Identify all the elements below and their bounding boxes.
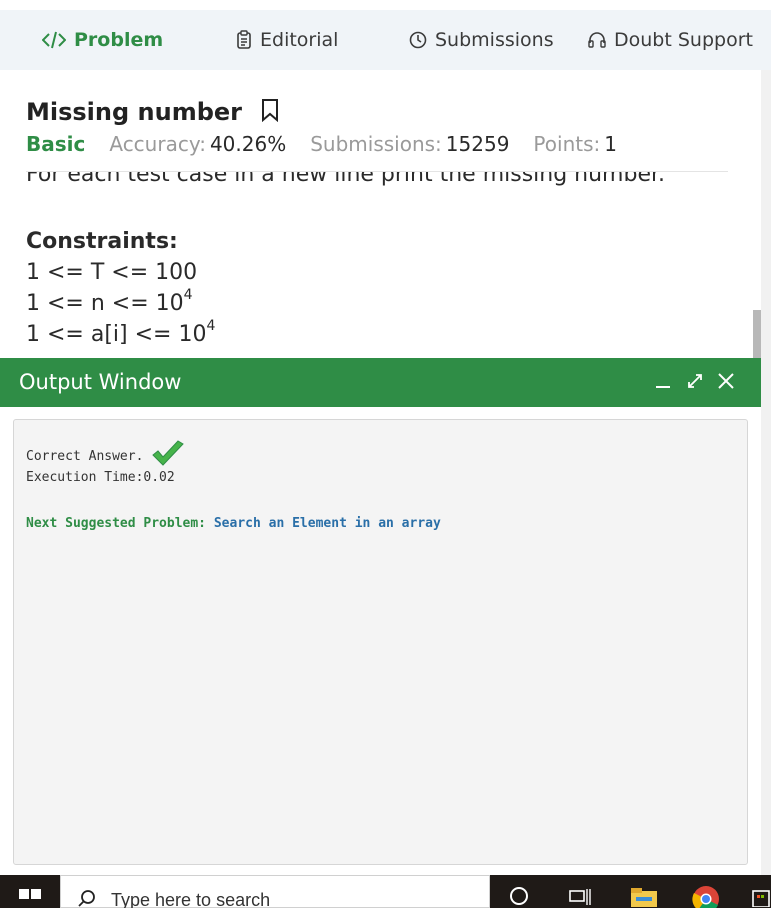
constraint-line: 1 <= n <= 104 [26, 287, 193, 316]
page-scrollbar[interactable] [761, 70, 771, 875]
constraint-exponent: 4 [183, 287, 193, 303]
task-view-icon[interactable] [568, 885, 592, 908]
result-text: Correct Answer. [26, 448, 144, 464]
tab-problem[interactable]: Problem [42, 10, 163, 70]
file-explorer-icon[interactable] [630, 885, 658, 908]
problem-meta: Basic Accuracy: 40.26% Submissions: 1525… [26, 132, 641, 156]
clock-icon [409, 31, 427, 49]
accuracy-label: Accuracy: [109, 132, 206, 156]
start-button[interactable] [0, 875, 60, 908]
os-taskbar: Type here to search [0, 875, 771, 908]
search-placeholder: Type here to search [111, 890, 271, 908]
execution-time: Execution Time:0.02 [26, 470, 175, 485]
tab-editorial-label: Editorial [260, 29, 339, 51]
tab-problem-label: Problem [74, 29, 164, 51]
bookmark-icon[interactable] [260, 98, 280, 126]
minimize-icon[interactable] [652, 370, 674, 392]
constraints-heading: Constraints: [26, 229, 178, 254]
tab-editorial[interactable]: Editorial [236, 10, 338, 70]
expand-icon[interactable] [684, 370, 706, 392]
tab-doubt-support-label: Doubt Support [614, 29, 753, 51]
submissions-value: 15259 [445, 132, 510, 156]
code-icon [42, 31, 66, 49]
output-console: Correct Answer. Execution Time:0.02 Next… [13, 419, 748, 865]
headset-icon [588, 31, 606, 49]
output-window-title: Output Window [19, 370, 182, 394]
constraint-line: 1 <= a[i] <= 104 [26, 318, 215, 347]
constraint-text: 1 <= a[i] <= 10 [26, 322, 207, 347]
problem-content: For each test case in a new line print t… [0, 70, 761, 360]
problem-title: Missing number [26, 98, 242, 126]
points-label: Points: [533, 132, 601, 156]
constraint-text: 1 <= T <= 100 [26, 260, 198, 285]
problem-header: Missing number [26, 98, 288, 126]
constraint-line: 1 <= T <= 100 [26, 260, 197, 285]
tab-submissions[interactable]: Submissions [409, 10, 554, 70]
submissions-label: Submissions: [310, 132, 442, 156]
difficulty-badge: Basic [26, 132, 86, 156]
next-suggestion: Next Suggested Problem: Search an Elemen… [26, 516, 441, 531]
document-icon [236, 30, 252, 50]
search-icon [77, 889, 97, 908]
constraint-text: 1 <= n <= 10 [26, 291, 184, 316]
taskbar-search-input[interactable]: Type here to search [60, 875, 490, 908]
tab-doubt-support[interactable]: Doubt Support [588, 10, 753, 70]
next-problem-link[interactable]: Search an Element in an array [214, 516, 441, 531]
content-scroll-thumb[interactable] [753, 310, 761, 362]
constraint-exponent: 4 [206, 318, 216, 334]
next-suggestion-label: Next Suggested Problem: [26, 516, 207, 531]
output-window: Output Window Correct Answer. Execution … [0, 358, 761, 875]
cortana-icon[interactable] [508, 885, 530, 908]
meta-divider [26, 171, 728, 172]
store-icon[interactable] [750, 885, 771, 908]
checkmark-icon [151, 440, 185, 472]
tab-submissions-label: Submissions [435, 29, 554, 51]
result-line: Correct Answer. [26, 440, 185, 472]
top-strip [0, 0, 771, 10]
points-value: 1 [604, 132, 617, 156]
chrome-icon[interactable] [692, 885, 720, 908]
output-window-header: Output Window [0, 358, 761, 407]
problem-tabs: Problem Editorial Submissions Doubt Supp… [0, 10, 771, 80]
accuracy-value: 40.26% [209, 132, 287, 156]
windows-logo-icon [19, 879, 41, 908]
close-icon[interactable] [715, 370, 737, 392]
